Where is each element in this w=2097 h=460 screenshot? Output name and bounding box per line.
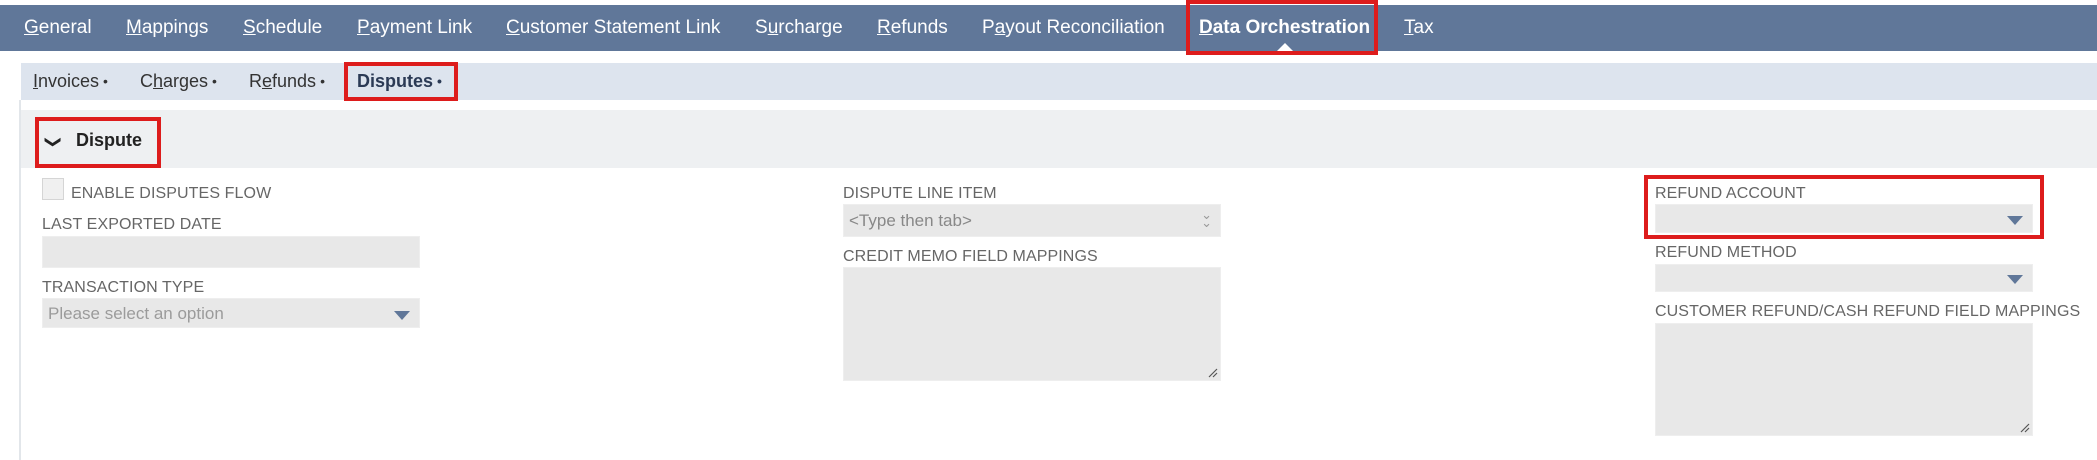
- section-header: [21, 110, 2097, 168]
- subtab-charges[interactable]: Charges •: [140, 63, 217, 100]
- credit-memo-field-mappings-textarea[interactable]: [843, 267, 1221, 381]
- tab-surcharge[interactable]: Surcharge: [755, 5, 843, 51]
- double-chevron-down-icon: ⌄ ⌄: [1201, 207, 1212, 230]
- tab-mappings[interactable]: Mappings: [126, 5, 208, 51]
- last-exported-date-field[interactable]: [42, 236, 420, 268]
- refund-method-label: REFUND METHOD: [1655, 244, 1797, 261]
- refund-account-select[interactable]: [1655, 204, 2033, 233]
- customer-refund-mappings-textarea[interactable]: [1655, 323, 2033, 436]
- top-tab-bar: General Mappings Schedule Payment Link C…: [0, 0, 2097, 51]
- customer-refund-mappings-label: CUSTOMER REFUND/CASH REFUND FIELD MAPPIN…: [1655, 303, 2081, 320]
- sub-tab-bar: [21, 63, 2097, 100]
- tab-customer-statement-link[interactable]: Customer Statement Link: [506, 5, 720, 51]
- subtab-refunds[interactable]: Refunds •: [249, 63, 325, 100]
- tab-data-orchestration[interactable]: Data Orchestration: [1199, 5, 1370, 51]
- section-title: Dispute: [76, 130, 143, 150]
- enable-disputes-flow-label: ENABLE DISPUTES FLOW: [71, 185, 272, 202]
- tab-general[interactable]: General: [24, 5, 92, 51]
- dispute-section-toggle[interactable]: ❯ Dispute: [44, 120, 143, 160]
- subtab-disputes[interactable]: Disputes •: [357, 63, 442, 100]
- dispute-line-item-label: DISPUTE LINE ITEM: [843, 185, 997, 202]
- tab-schedule[interactable]: Schedule: [243, 5, 322, 51]
- resize-handle-icon[interactable]: [1208, 368, 1218, 378]
- tab-payment-link[interactable]: Payment Link: [357, 5, 472, 51]
- refund-account-label: REFUND ACCOUNT: [1655, 185, 1806, 202]
- active-tab-caret-icon: [1276, 43, 1293, 51]
- enable-disputes-flow-checkbox[interactable]: [42, 178, 64, 200]
- chevron-down-icon: ❯: [44, 135, 62, 149]
- dispute-line-item-placeholder: <Type then tab>: [849, 211, 972, 230]
- refund-method-select[interactable]: [1655, 264, 2033, 292]
- dropdown-arrow-icon: [2007, 216, 2023, 225]
- tab-refunds[interactable]: Refunds: [877, 5, 948, 51]
- transaction-type-select[interactable]: Please select an option: [42, 298, 420, 328]
- dropdown-arrow-icon: [394, 311, 410, 320]
- tab-tax[interactable]: Tax: [1404, 5, 1434, 51]
- credit-memo-field-mappings-label: CREDIT MEMO FIELD MAPPINGS: [843, 248, 1098, 265]
- transaction-type-label: TRANSACTION TYPE: [42, 279, 205, 296]
- dispute-line-item-field[interactable]: <Type then tab> ⌄ ⌄: [843, 204, 1221, 237]
- tab-payout-reconciliation[interactable]: Payout Reconciliation: [982, 5, 1165, 51]
- resize-handle-icon[interactable]: [2020, 423, 2030, 433]
- last-exported-date-label: LAST EXPORTED DATE: [42, 216, 222, 233]
- transaction-type-placeholder: Please select an option: [48, 304, 224, 323]
- dropdown-arrow-icon: [2007, 275, 2023, 284]
- subtab-invoices[interactable]: Invoices •: [33, 63, 108, 100]
